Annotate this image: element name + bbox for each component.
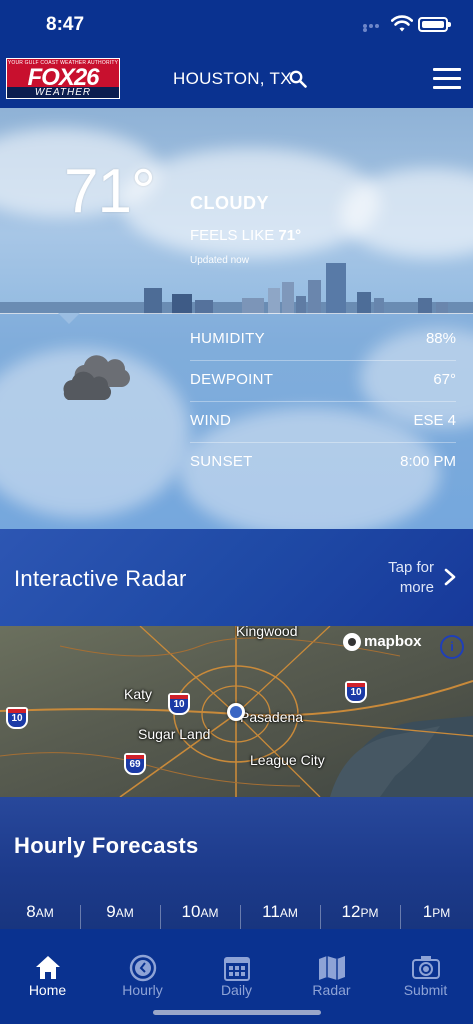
wifi-icon [391, 15, 413, 32]
stat-row-wind: WIND ESE 4 [190, 402, 456, 443]
tab-daily[interactable]: Daily [189, 929, 284, 1007]
interstate-shield: 69 [124, 753, 146, 775]
stat-row-humidity: HUMIDITY 88% [190, 320, 456, 361]
hourly-title: Hourly Forecasts [14, 833, 199, 858]
home-icon [36, 956, 60, 979]
stat-label: WIND [190, 412, 232, 429]
hour-item[interactable]: 11AM [240, 902, 320, 929]
tab-label: Daily [220, 982, 253, 998]
radar-tap-more[interactable]: Tap for more [366, 558, 434, 598]
hour-item[interactable]: 8AM [0, 902, 80, 929]
stat-label: SUNSET [190, 453, 253, 470]
calendar-icon [224, 957, 250, 981]
interstate-shield: 10 [6, 707, 28, 729]
hour-item[interactable]: 9AM [80, 902, 160, 929]
stat-row-dewpoint: DEWPOINT 67° [190, 361, 456, 402]
home-indicator[interactable] [153, 1010, 321, 1015]
interstate-shield: 10 [168, 693, 190, 715]
condition-text: CLOUDY [190, 193, 269, 213]
radar-map[interactable]: Kingwood Katy Sugar Land Pasadena League… [0, 626, 473, 797]
info-icon[interactable]: i [440, 635, 464, 659]
map-place-label: Katy [124, 686, 153, 702]
battery-icon [418, 17, 451, 32]
stat-value: ESE 4 [413, 412, 456, 429]
tab-label: Home [28, 982, 67, 998]
radar-tap-line-1: Tap for [388, 559, 434, 576]
conditions-stats: HUMIDITY 88% DEWPOINT 67° WIND ESE 4 SUN… [190, 320, 456, 484]
notch-pointer [58, 313, 80, 324]
location-label[interactable]: HOUSTON, TX [173, 69, 292, 89]
tab-label: Radar [312, 982, 351, 998]
status-time: 8:47 [46, 14, 85, 35]
clock-icon [129, 954, 157, 982]
stat-row-sunset: SUNSET 8:00 PM [190, 443, 456, 484]
hourly-strip[interactable]: 8AM 9AM 10AM 11AM 12PM 1PM [0, 902, 473, 929]
fox26-weather-logo[interactable]: YOUR GULF COAST WEATHER AUTHORITY FOX26 … [6, 58, 120, 99]
map-place-label: Kingwood [236, 626, 298, 639]
feels-like: FEELS LIKE 71° [190, 227, 301, 244]
search-icon[interactable] [289, 70, 307, 88]
tab-submit[interactable]: Submit [378, 929, 473, 1007]
feels-like-label: FEELS LIKE [190, 227, 275, 244]
mapbox-attribution[interactable]: mapbox [343, 633, 422, 653]
city-skyline [0, 263, 473, 314]
feels-like-value: 71° [278, 227, 302, 244]
radar-tap-line-2: more [399, 579, 434, 596]
location-pin [227, 703, 245, 721]
hamburger-menu-icon[interactable] [433, 68, 461, 90]
stat-value: 88% [425, 330, 456, 347]
hour-item[interactable]: 10AM [160, 902, 240, 929]
tab-home[interactable]: Home [0, 929, 95, 1007]
radar-title: Interactive Radar [14, 566, 187, 591]
tab-radar[interactable]: Radar [284, 929, 379, 1007]
chevron-right-icon[interactable] [443, 568, 457, 586]
stat-value: 8:00 PM [400, 453, 456, 470]
current-temperature: 71° [64, 157, 156, 226]
map-place-label: Sugar Land [138, 726, 211, 742]
mapbox-logo-icon [343, 633, 361, 652]
interactive-radar-header[interactable]: Interactive Radar Tap for more [0, 529, 473, 626]
signal-icon [363, 24, 385, 32]
interstate-shield: 10 [345, 681, 367, 703]
map-icon [319, 956, 345, 980]
hourly-forecasts: Hourly Forecasts 8AM 9AM 10AM 11AM 12PM … [0, 797, 473, 929]
mapbox-label: mapbox [364, 633, 422, 650]
updated-text: Updated now [190, 255, 249, 266]
stat-value: 67° [433, 371, 456, 388]
tab-hourly[interactable]: Hourly [95, 929, 190, 1007]
status-bar: 8:47 [0, 0, 473, 52]
cloudy-icon [63, 355, 130, 400]
camera-icon [412, 956, 440, 979]
hour-item[interactable]: 12PM [320, 902, 400, 929]
top-bar: 8:47 YOUR GULF COAST WEATHER AUTHORITY F… [0, 0, 473, 108]
tab-label: Hourly [122, 982, 163, 998]
stat-label: HUMIDITY [190, 330, 265, 347]
map-place-label: Pasadena [240, 709, 304, 725]
current-conditions: 71° CLOUDY FEELS LIKE 71° Updated now HU… [0, 108, 473, 529]
stat-label: DEWPOINT [190, 371, 274, 388]
tab-label: Submit [403, 982, 448, 998]
logo-sub: WEATHER [7, 87, 119, 98]
map-place-label: League City [250, 752, 325, 768]
hour-item[interactable]: 1PM [400, 902, 473, 929]
